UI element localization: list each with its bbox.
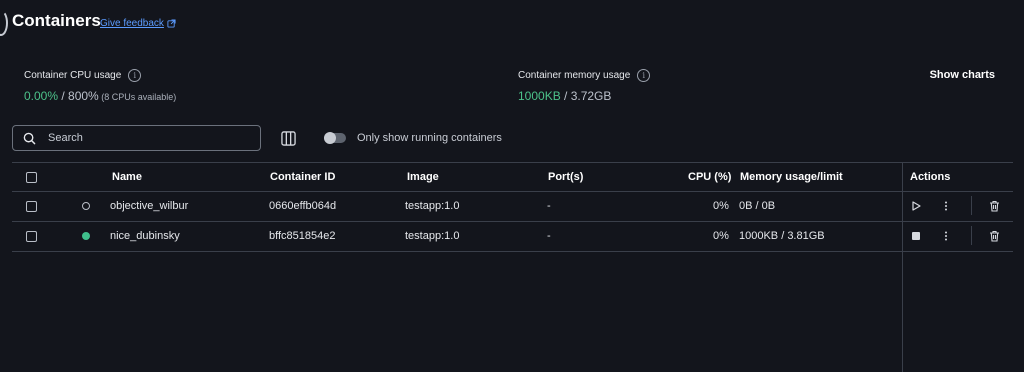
action-divider (971, 226, 972, 245)
container-name-link[interactable]: objective_wilbur (110, 200, 188, 212)
row-checkbox[interactable] (26, 201, 37, 212)
column-header-memory[interactable]: Memory usage/limit (740, 171, 843, 183)
action-divider (971, 196, 972, 215)
container-name-link[interactable]: nice_dubinsky (110, 230, 180, 242)
page-title: Containers (12, 11, 101, 30)
column-header-name[interactable]: Name (112, 171, 142, 183)
container-id[interactable]: bffc851854e2 (269, 230, 335, 242)
container-id[interactable]: 0660effb064d (269, 200, 336, 212)
container-ports: - (547, 200, 551, 212)
table-bottom-divider (12, 251, 1013, 252)
row-divider (12, 221, 1013, 222)
cpu-usage-value-row: 0.00% / 800% (8 CPUs available) (24, 89, 176, 103)
delete-button[interactable] (988, 230, 1000, 242)
memory-usage-value-row: 1000KB / 3.72GB (518, 89, 611, 103)
stop-icon (912, 232, 920, 240)
container-memory: 0B / 0B (739, 200, 776, 212)
give-feedback-link[interactable]: Give feedback (100, 18, 176, 29)
container-ports: - (547, 230, 551, 242)
container-image[interactable]: testapp:1.0 (405, 200, 459, 212)
column-header-image[interactable]: Image (407, 171, 439, 183)
cpu-usage-total: / 800% (58, 89, 99, 103)
search-icon (23, 132, 36, 144)
row-checkbox[interactable] (26, 231, 37, 242)
cpu-usage-value: 0.00% (24, 89, 59, 103)
container-cpu: 0% (713, 200, 729, 212)
container-image[interactable]: testapp:1.0 (405, 230, 459, 242)
kebab-menu-icon (945, 201, 947, 211)
cpu-count-note: (8 CPUs available) (98, 92, 177, 102)
trash-icon (989, 200, 999, 212)
play-icon (912, 201, 921, 211)
memory-usage-label: Container memory usage (518, 70, 631, 81)
memory-usage-label-row: Container memory usage i (518, 69, 651, 82)
column-header-cpu[interactable]: CPU (%) (688, 171, 731, 183)
columns-icon[interactable] (281, 131, 296, 146)
more-actions-button[interactable] (940, 230, 952, 242)
column-header-actions: Actions (910, 171, 951, 183)
memory-usage-total: / 3.72GB (560, 89, 612, 103)
stop-button[interactable] (910, 230, 922, 242)
toggle-knob (324, 132, 336, 144)
info-icon[interactable]: i (128, 69, 142, 82)
start-button[interactable] (910, 200, 922, 212)
give-feedback-label: Give feedback (100, 18, 164, 29)
cpu-usage-label-row: Container CPU usage i (24, 69, 142, 82)
kebab-menu-icon (945, 231, 947, 241)
container-cpu: 0% (713, 230, 729, 242)
search-box[interactable] (12, 125, 261, 151)
status-running-icon (82, 232, 90, 240)
column-header-container-id[interactable]: Container ID (270, 171, 335, 183)
container-memory: 1000KB / 3.81GB (739, 230, 825, 242)
memory-usage-value: 1000KB (518, 89, 561, 103)
show-charts-button[interactable]: Show charts (930, 69, 995, 81)
status-stopped-icon (82, 202, 90, 210)
trash-icon (989, 230, 999, 242)
running-only-toggle[interactable] (324, 132, 346, 144)
external-link-icon (167, 19, 176, 28)
select-all-checkbox[interactable] (26, 172, 37, 183)
table-top-divider (12, 162, 1013, 163)
sidebar-collapse-arc (0, 10, 8, 36)
actions-column-divider (902, 162, 903, 372)
column-header-ports[interactable]: Port(s) (548, 171, 583, 183)
delete-button[interactable] (988, 200, 1000, 212)
running-only-label: Only show running containers (357, 132, 502, 144)
search-input[interactable] (46, 131, 250, 145)
info-icon[interactable]: i (637, 69, 651, 82)
header-divider (12, 191, 1013, 192)
cpu-usage-label: Container CPU usage (24, 70, 122, 81)
more-actions-button[interactable] (940, 200, 952, 212)
